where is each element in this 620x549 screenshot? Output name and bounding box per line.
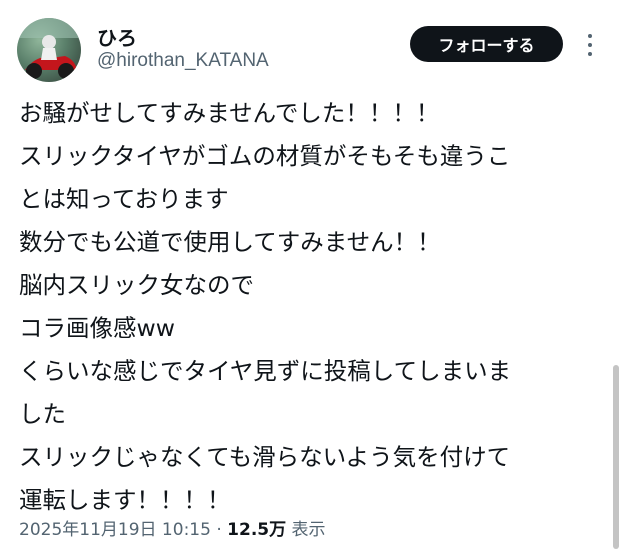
follow-button[interactable]: フォローする [410,26,563,62]
avatar[interactable] [17,18,81,82]
tweet-meta: 2025年11月19日 10:15 · 12.5万 表示 [19,515,326,540]
tweet-line: お騒がせしてすみませんでした！！！！ [19,99,440,127]
user-handle[interactable]: @hirothan_KATANA [97,50,269,72]
tweet-line: コラ画像感ww [19,314,175,342]
tweet-line: くらいな感じでタイヤ見ずに投稿してしまいま [19,357,512,385]
views-label: 表示 [291,520,326,540]
timestamp[interactable]: 2025年11月19日 10:15 [19,520,211,540]
tweet-line: 数分でも公道で使用してすみません！！ [19,228,441,256]
scrollbar[interactable] [613,365,619,549]
tweet-line: スリックじゃなくても滑らないよう気を付けて [19,443,511,471]
tweet-line: スリックタイヤがゴムの材質がそもそも違うこ [19,142,511,170]
views-count: 12.5万 [227,520,287,540]
display-name[interactable]: ひろ [97,22,137,51]
tweet-line: 脳内スリック女なので [19,271,254,299]
motorcycle-rider-avatar [17,18,81,79]
tweet-line: した [19,400,66,428]
more-vertical-icon[interactable] [583,34,597,56]
meta-separator: · [216,520,222,540]
tweet-text: お騒がせしてすみませんでした！！！！ スリックタイヤがゴムの材質がそもそも違うこ… [19,92,589,522]
tweet-line: とは知っております [19,185,229,213]
